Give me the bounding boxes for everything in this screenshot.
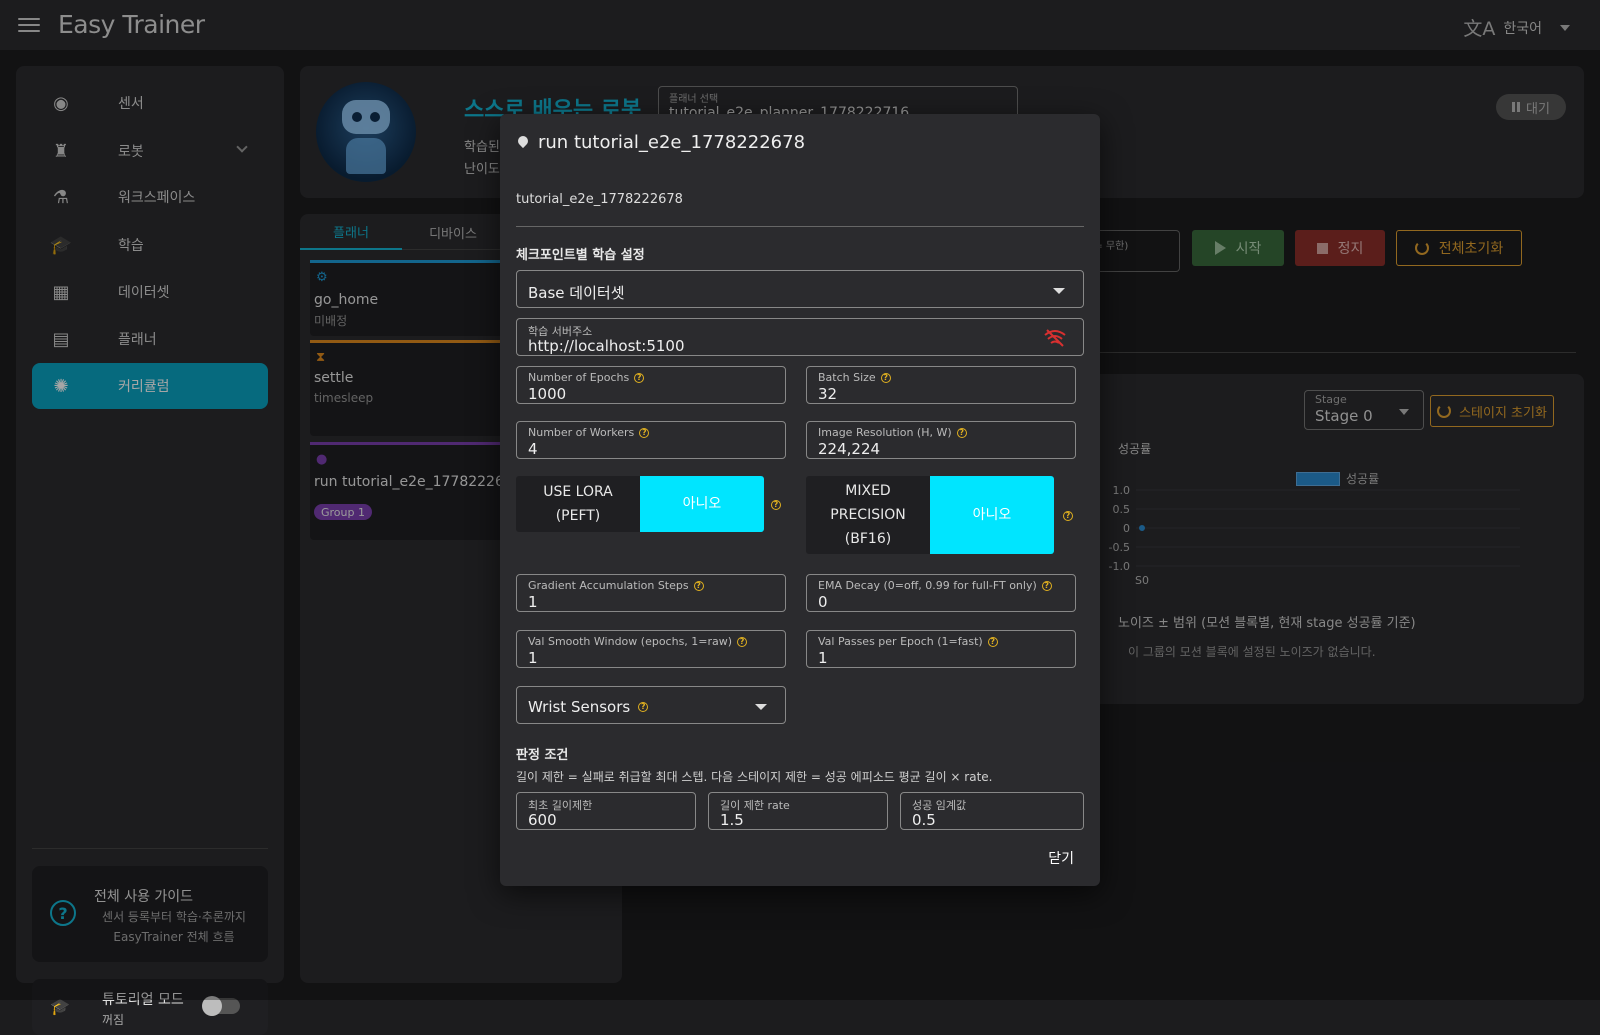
mixed-precision-toggle[interactable]: MIXED PRECISION (BF16) 아니오: [806, 476, 1054, 554]
length-rule-text: 길이 제한 = 실패로 취급할 최대 스텝. 다음 스테이지 제한 = 성공 에…: [516, 770, 993, 784]
val-smooth-value: 1: [528, 649, 538, 667]
val-passes-field[interactable]: Val Passes per Epoch (1=fast)? 1: [806, 630, 1076, 668]
image-resolution-value: 224,224: [818, 440, 881, 458]
wrist-sensors-value: Wrist Sensors?: [528, 698, 649, 716]
help-icon[interactable]: ?: [1063, 511, 1073, 521]
batch-size-field[interactable]: Batch Size? 32: [806, 366, 1076, 404]
chevron-down-icon: [1053, 288, 1065, 294]
length-rate-field[interactable]: 길이 제한 rate 1.5: [708, 792, 888, 830]
help-icon: ?: [638, 702, 649, 712]
ema-decay-field[interactable]: EMA Decay (0=off, 0.99 for full-FT only)…: [806, 574, 1076, 612]
help-icon[interactable]: ?: [771, 500, 781, 510]
base-dataset-select[interactable]: Base 데이터셋: [516, 270, 1084, 308]
grad-accum-value: 1: [528, 593, 538, 611]
tutorial-status: 꺼짐: [102, 1013, 125, 1027]
initial-length-value: 600: [528, 811, 557, 829]
initial-length-field[interactable]: 최초 길이제한 600: [516, 792, 696, 830]
base-dataset-value: Base 데이터셋: [528, 284, 625, 302]
mixed-precision-label: MIXED PRECISION (BF16): [830, 483, 906, 547]
server-address-value: http://localhost:5100: [528, 337, 685, 355]
val-smooth-field[interactable]: Val Smooth Window (epochs, 1=raw)? 1: [516, 630, 786, 668]
epochs-field[interactable]: Number of Epochs? 1000: [516, 366, 786, 404]
mixed-precision-value[interactable]: 아니오: [930, 476, 1054, 554]
chevron-down-icon: [755, 704, 767, 710]
epochs-label: Number of Epochs?: [528, 371, 645, 384]
help-icon: ?: [634, 372, 645, 383]
close-button[interactable]: 닫기: [1048, 848, 1074, 868]
workers-value: 4: [528, 440, 538, 458]
image-resolution-field[interactable]: Image Resolution (H, W)? 224,224: [806, 421, 1076, 459]
val-smooth-label: Val Smooth Window (epochs, 1=raw)?: [528, 635, 748, 648]
workers-label: Number of Workers?: [528, 426, 650, 439]
ema-decay-value: 0: [818, 593, 828, 611]
name-underline: [516, 226, 1084, 227]
server-address-field[interactable]: 학습 서버주소 http://localhost:5100: [516, 318, 1084, 356]
run-name[interactable]: tutorial_e2e_1778222678: [516, 192, 683, 207]
workers-field[interactable]: Number of Workers? 4: [516, 421, 786, 459]
help-icon: ?: [639, 427, 650, 438]
grad-accum-field[interactable]: Gradient Accumulation Steps? 1: [516, 574, 786, 612]
help-icon: ?: [880, 372, 891, 383]
help-icon: ?: [737, 636, 748, 647]
help-icon: ?: [956, 427, 967, 438]
use-lora-value[interactable]: 아니오: [640, 476, 764, 532]
grad-accum-label: Gradient Accumulation Steps?: [528, 579, 704, 592]
epochs-value: 1000: [528, 385, 567, 403]
help-icon: ?: [987, 636, 998, 647]
success-threshold-field[interactable]: 성공 임계값 0.5: [900, 792, 1084, 830]
dialog-title: run tutorial_e2e_1778222678: [518, 132, 805, 153]
tutorial-toggle[interactable]: [202, 996, 240, 1016]
section-checkpoint-settings: 체크포인트별 학습 설정: [516, 248, 645, 263]
wrist-sensors-select[interactable]: Wrist Sensors?: [516, 686, 786, 724]
run-settings-dialog: run tutorial_e2e_1778222678 tutorial_e2e…: [500, 114, 1100, 886]
success-threshold-value: 0.5: [912, 811, 936, 829]
batch-size-label: Batch Size?: [818, 371, 891, 384]
help-icon: ?: [693, 580, 704, 591]
wifi-off-icon: [1044, 329, 1066, 347]
length-rate-value: 1.5: [720, 811, 744, 829]
val-passes-label: Val Passes per Epoch (1=fast)?: [818, 635, 998, 648]
use-lora-label: USE LORA (PEFT): [543, 484, 613, 524]
section-judge-conditions: 판정 조건: [516, 748, 569, 763]
val-passes-value: 1: [818, 649, 828, 667]
batch-size-value: 32: [818, 385, 838, 403]
use-lora-toggle[interactable]: USE LORA (PEFT) 아니오: [516, 476, 764, 532]
dialog-title-text: run tutorial_e2e_1778222678: [538, 132, 806, 153]
ema-decay-label: EMA Decay (0=off, 0.99 for full-FT only)…: [818, 579, 1052, 592]
image-resolution-label: Image Resolution (H, W)?: [818, 426, 967, 439]
help-icon: ?: [1041, 580, 1052, 591]
map-pin-icon: [518, 136, 528, 150]
